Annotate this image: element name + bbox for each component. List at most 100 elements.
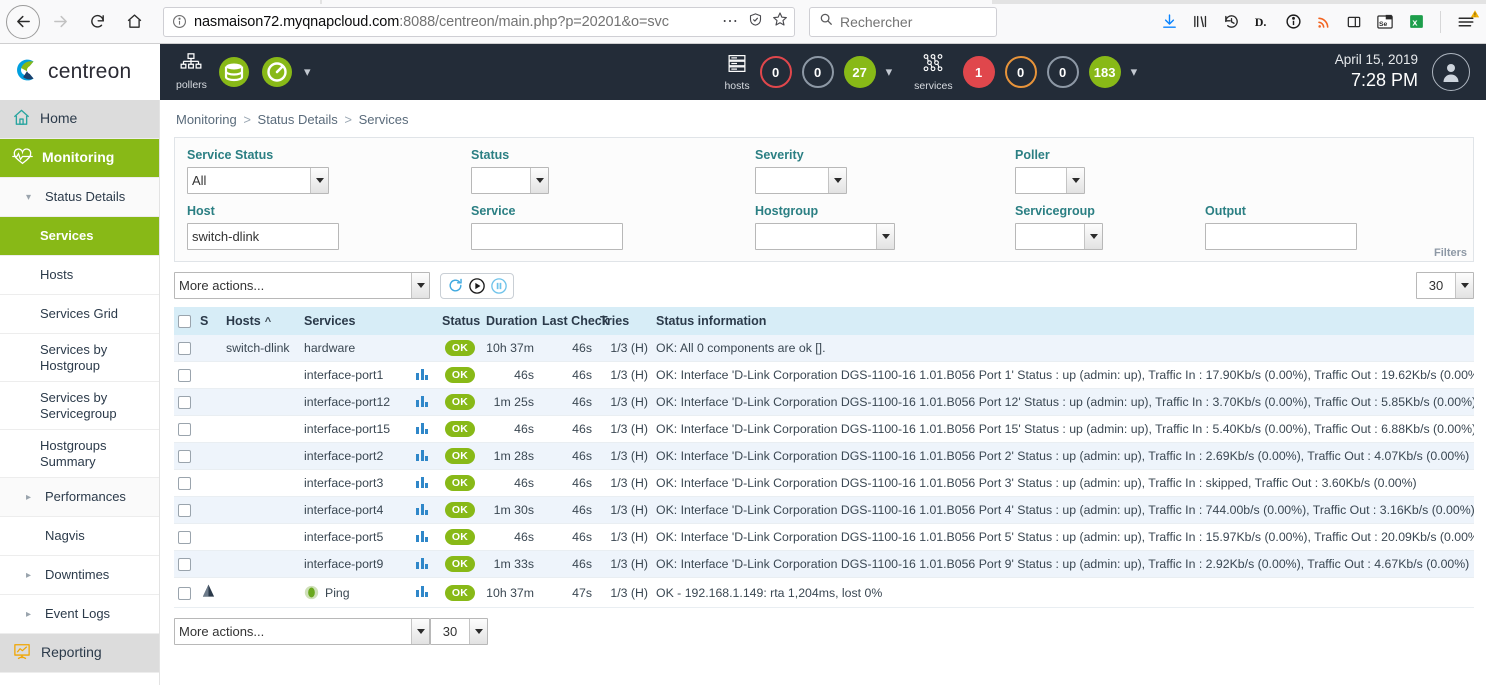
- row-status-cell[interactable]: OK: [438, 443, 482, 470]
- row-graph-cell[interactable]: [412, 335, 438, 362]
- output-input[interactable]: [1205, 223, 1357, 250]
- column-header-status[interactable]: Status: [438, 307, 482, 335]
- pollers-chevron-down-icon[interactable]: ▾: [304, 64, 311, 80]
- row-host-cell[interactable]: [222, 578, 300, 608]
- search-input[interactable]: Rechercher: [840, 14, 912, 30]
- hostgroup-select[interactable]: [755, 223, 895, 250]
- row-status-cell[interactable]: OK: [438, 335, 482, 362]
- services-button[interactable]: services: [914, 53, 953, 92]
- home-button[interactable]: [117, 5, 151, 39]
- row-graph-cell[interactable]: [412, 443, 438, 470]
- refresh-icon[interactable]: [444, 275, 466, 297]
- servicegroup-select-wrap[interactable]: [1015, 223, 1103, 250]
- select-all-header[interactable]: [174, 307, 196, 335]
- dictionary-icon[interactable]: D.: [1254, 13, 1271, 30]
- table-row[interactable]: interface-port9OK1m 33s46s1/3 (H)OK: Int…: [174, 551, 1474, 578]
- service-input[interactable]: [471, 223, 623, 250]
- row-checkbox[interactable]: [178, 423, 191, 436]
- row-graph-cell[interactable]: [412, 416, 438, 443]
- more-actions-select-top[interactable]: More actions...: [174, 272, 430, 299]
- back-button[interactable]: [6, 5, 40, 39]
- row-host-cell[interactable]: [222, 389, 300, 416]
- sidebar-item-services-grid[interactable]: Services Grid: [0, 295, 159, 334]
- row-host-cell[interactable]: [222, 497, 300, 524]
- table-row[interactable]: switch-dlinkhardwareOK10h 37m46s1/3 (H)O…: [174, 335, 1474, 362]
- row-checkbox[interactable]: [178, 342, 191, 355]
- row-status-cell[interactable]: OK: [438, 497, 482, 524]
- acknowledged-icon[interactable]: [200, 583, 217, 602]
- row-service-cell[interactable]: interface-port2: [300, 443, 412, 470]
- sidebar-item-services-by-hostgroup[interactable]: Services by Hostgroup: [0, 334, 159, 382]
- row-graph-cell[interactable]: [412, 497, 438, 524]
- table-row[interactable]: interface-port2OK1m 28s46s1/3 (H)OK: Int…: [174, 443, 1474, 470]
- browser-tab-2[interactable]: [322, 0, 992, 4]
- graph-icon[interactable]: [416, 585, 428, 597]
- graph-icon[interactable]: [416, 422, 428, 434]
- graph-icon[interactable]: [416, 557, 428, 569]
- row-checkbox[interactable]: [178, 450, 191, 463]
- reload-button[interactable]: [80, 5, 114, 39]
- services-critical-count[interactable]: 1: [963, 56, 995, 88]
- row-service-cell[interactable]: Ping: [300, 578, 412, 608]
- row-select-cell[interactable]: [174, 524, 196, 551]
- gauge-icon[interactable]: [261, 56, 293, 88]
- rss-icon[interactable]: [1316, 14, 1332, 30]
- more-actions-select-wrap-bottom[interactable]: More actions...: [174, 618, 430, 645]
- more-actions-select-bottom[interactable]: More actions...: [174, 618, 430, 645]
- row-select-cell[interactable]: [174, 335, 196, 362]
- page-size-select-wrap-bottom[interactable]: 30: [430, 618, 488, 645]
- row-select-cell[interactable]: [174, 443, 196, 470]
- column-header-services[interactable]: Services: [300, 307, 412, 335]
- row-graph-cell[interactable]: [412, 470, 438, 497]
- more-actions-select-wrap-top[interactable]: More actions...: [174, 272, 430, 299]
- services-chevron-down-icon[interactable]: ▾: [1131, 64, 1138, 80]
- sidebar-item-event-logs[interactable]: ▸ Event Logs: [0, 595, 159, 634]
- sidebar-icon[interactable]: [1346, 14, 1362, 30]
- graph-icon[interactable]: [416, 449, 428, 461]
- services-unknown-count[interactable]: 0: [1047, 56, 1079, 88]
- row-status-cell[interactable]: OK: [438, 389, 482, 416]
- row-checkbox[interactable]: [178, 369, 191, 382]
- row-graph-cell[interactable]: [412, 578, 438, 608]
- row-graph-cell[interactable]: [412, 524, 438, 551]
- severity-select-wrap[interactable]: [755, 167, 847, 194]
- database-icon[interactable]: [218, 56, 250, 88]
- history-icon[interactable]: [1223, 13, 1240, 30]
- status-select[interactable]: [471, 167, 549, 194]
- severity-select[interactable]: [755, 167, 847, 194]
- row-graph-cell[interactable]: [412, 362, 438, 389]
- host-input[interactable]: [187, 223, 339, 250]
- row-status-cell[interactable]: OK: [438, 551, 482, 578]
- row-host-cell[interactable]: [222, 470, 300, 497]
- graph-icon[interactable]: [416, 395, 428, 407]
- graph-icon[interactable]: [416, 503, 428, 515]
- row-service-cell[interactable]: interface-port4: [300, 497, 412, 524]
- pause-icon[interactable]: [488, 275, 510, 297]
- pollers-button[interactable]: pollers: [176, 53, 207, 91]
- sidebar-item-home[interactable]: Home: [0, 100, 159, 139]
- row-select-cell[interactable]: [174, 497, 196, 524]
- service-status-select-wrap[interactable]: All: [187, 167, 329, 194]
- row-select-cell[interactable]: [174, 362, 196, 389]
- column-header-duration[interactable]: Duration: [482, 307, 538, 335]
- row-host-cell[interactable]: [222, 524, 300, 551]
- select-all-checkbox[interactable]: [178, 315, 191, 328]
- row-select-cell[interactable]: [174, 551, 196, 578]
- url-text[interactable]: nasmaison72.myqnapcloud.com:8088/centreo…: [194, 14, 715, 30]
- breadcrumb-item-services[interactable]: Services: [359, 112, 409, 127]
- row-host-cell[interactable]: [222, 416, 300, 443]
- row-status-cell[interactable]: OK: [438, 578, 482, 608]
- download-icon[interactable]: [1161, 13, 1178, 30]
- sidebar-item-hosts[interactable]: Hosts: [0, 256, 159, 295]
- row-checkbox[interactable]: [178, 558, 191, 571]
- sidebar-item-status-details[interactable]: ▾ Status Details: [0, 178, 159, 217]
- column-header-hosts[interactable]: Hosts^: [222, 307, 300, 335]
- table-row[interactable]: interface-port3OK46s46s1/3 (H)OK: Interf…: [174, 470, 1474, 497]
- table-row[interactable]: interface-port15OK46s46s1/3 (H)OK: Inter…: [174, 416, 1474, 443]
- row-status-cell[interactable]: OK: [438, 524, 482, 551]
- browser-tab-1[interactable]: [0, 0, 320, 4]
- row-status-cell[interactable]: OK: [438, 416, 482, 443]
- column-header-last-check[interactable]: Last Check: [538, 307, 596, 335]
- column-header-status-information[interactable]: Status information: [652, 307, 1474, 335]
- page-size-select-top[interactable]: 30: [1416, 272, 1474, 299]
